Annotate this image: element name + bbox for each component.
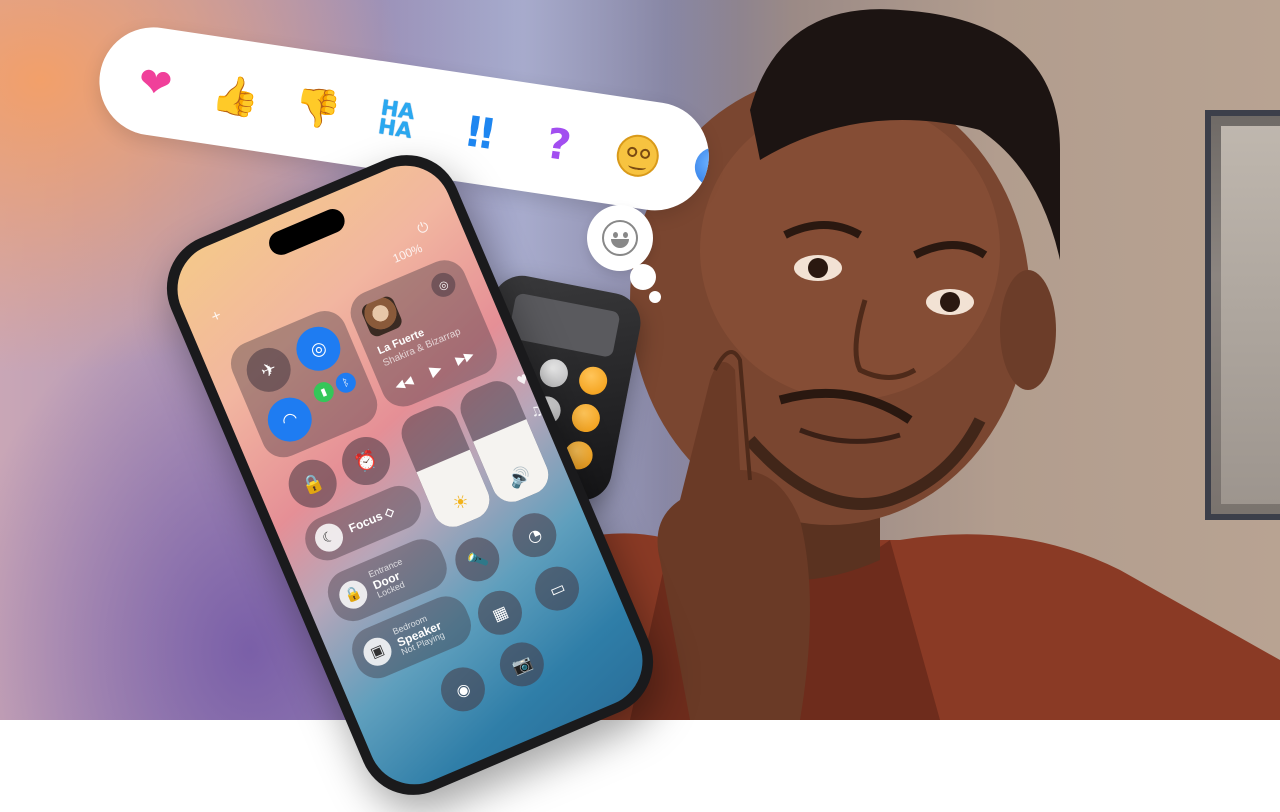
favorite-icon[interactable]: ♥: [515, 372, 532, 390]
dizzy-mouth: [627, 161, 647, 172]
smiley-left-eye: [613, 232, 618, 238]
smiley-right-eye: [623, 232, 628, 238]
calc-operator-key: [569, 401, 603, 435]
thought-bubble-dot: [630, 264, 656, 290]
wifi-icon[interactable]: ◠: [260, 390, 319, 449]
face-highlight: [700, 100, 1000, 400]
battery-percentage: 100%: [390, 240, 425, 266]
dizzy-right-eye: [639, 148, 651, 160]
smiley-mouth: [611, 239, 629, 248]
thumbs-down-icon[interactable]: 👎: [288, 78, 347, 137]
airplane-icon[interactable]: ✈: [239, 341, 298, 399]
lock-icon: 🔒: [334, 576, 372, 614]
camera-icon[interactable]: 📷: [493, 635, 551, 694]
screen-record-icon[interactable]: ◉: [434, 660, 492, 719]
thumbs-up-icon[interactable]: 👍: [207, 66, 266, 125]
alarm-icon[interactable]: ⏰: [334, 429, 398, 493]
speaker-icon: ▣: [359, 633, 396, 671]
previous-track-icon[interactable]: ◀◀: [393, 373, 415, 393]
door-label: Entrance Door Locked: [367, 557, 412, 601]
next-track-icon[interactable]: ▶▶: [453, 347, 475, 367]
dizzy-face: [613, 131, 662, 180]
question-icon[interactable]: ?: [529, 114, 588, 173]
screen-mirroring-icon[interactable]: ▭: [528, 559, 586, 618]
left-pupil: [808, 258, 828, 278]
dynamic-island: [265, 205, 349, 259]
rotation-lock-icon[interactable]: 🔒: [281, 452, 345, 516]
airdrop-icon[interactable]: ◎: [289, 319, 348, 378]
calc-key: [537, 356, 571, 390]
airplay-icon[interactable]: ◎: [427, 269, 460, 301]
calculator-icon[interactable]: ▦: [471, 583, 529, 642]
play-icon[interactable]: ▶: [427, 359, 445, 380]
add-control-icon[interactable]: +: [209, 307, 225, 327]
smiley-icon: [602, 220, 638, 256]
bluetooth-icon[interactable]: ᛒ: [332, 369, 359, 396]
dizzy-face-icon[interactable]: [608, 126, 667, 185]
haha-line-2: HA: [376, 114, 414, 143]
focus-label: Focus ◇: [346, 503, 397, 536]
thought-bubble-dot-small: [649, 291, 661, 303]
haha-icon[interactable]: HA HA: [367, 90, 426, 149]
speaker-label: Bedroom Speaker Not Playing: [391, 610, 447, 657]
power-icon[interactable]: ⏻: [415, 219, 431, 238]
music-icon[interactable]: ♫: [528, 403, 545, 421]
calc-operator-key: [576, 364, 610, 398]
moon-icon: ☾: [310, 519, 348, 556]
dizzy-left-eye: [626, 146, 638, 158]
heart-icon[interactable]: ❤: [126, 54, 185, 113]
add-emoji-button[interactable]: [587, 205, 653, 271]
right-ear: [1000, 270, 1056, 390]
exclamation-icon[interactable]: !!: [448, 102, 507, 161]
timer-icon[interactable]: ◔: [505, 506, 564, 565]
album-art: [359, 294, 405, 339]
right-pupil: [940, 292, 960, 312]
flashlight-icon[interactable]: 🔦: [448, 530, 507, 589]
cellular-icon[interactable]: ▮: [310, 378, 337, 406]
